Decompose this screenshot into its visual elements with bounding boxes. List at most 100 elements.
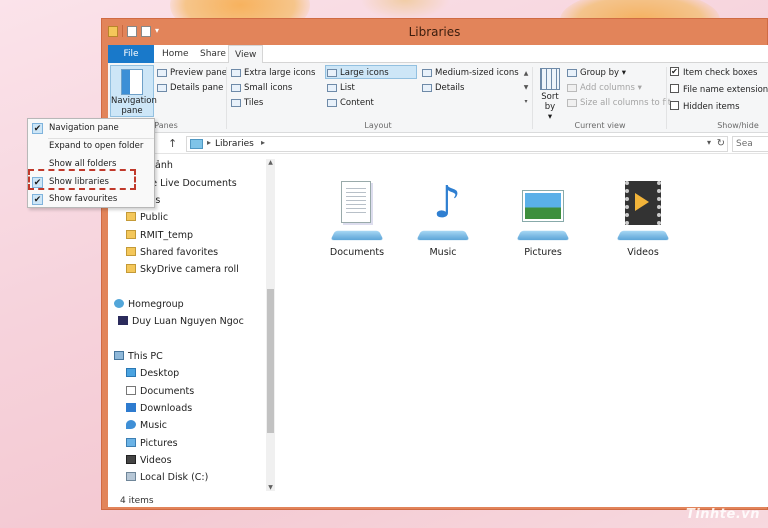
tree-item-homegroup[interactable]: Homegroup: [114, 297, 184, 313]
tree-item-label: Music: [140, 420, 168, 431]
tab-file[interactable]: File: [108, 45, 154, 63]
file-view: Documents ♪ Music Pictures Videos: [278, 155, 768, 495]
menu-item-navigation-pane[interactable]: ✔ Navigation pane: [28, 120, 154, 137]
divider: [226, 67, 227, 129]
layout-content[interactable]: Content: [326, 96, 374, 110]
tab-view[interactable]: View: [228, 45, 264, 64]
chevron-down-icon[interactable]: ▼: [522, 81, 530, 95]
more-icon[interactable]: ▾: [522, 95, 530, 109]
add-columns-button[interactable]: Add columns ▾: [566, 81, 642, 95]
layout-medium-icons[interactable]: Medium-sized icons: [421, 66, 519, 80]
add-columns-icon: [567, 84, 577, 92]
address-field[interactable]: ▸ Libraries ▸ ▾ ↻: [186, 136, 728, 152]
tree-item-user[interactable]: Duy Luan Nguyen Ngoc: [118, 314, 244, 330]
details-pane-button[interactable]: Details pane: [156, 81, 223, 95]
documents-icon: [126, 386, 136, 395]
layout-large-icons[interactable]: Large icons: [325, 65, 417, 79]
videos-library-icon: [613, 181, 673, 241]
tree-item[interactable]: Public: [126, 210, 168, 226]
layout-item-label: Content: [340, 98, 374, 108]
folder-icon: [126, 212, 136, 221]
chevron-up-icon[interactable]: ▲: [522, 67, 530, 81]
size-all-columns-button[interactable]: Size all columns to fit: [566, 96, 671, 110]
menu-item-label: Expand to open folder: [49, 141, 144, 151]
refresh-icon[interactable]: ↻: [717, 138, 725, 149]
chevron-right-icon[interactable]: ▸: [207, 138, 211, 147]
tree-item[interactable]: Local Disk (C:): [126, 470, 208, 486]
tree-item[interactable]: Music: [126, 418, 167, 434]
preview-pane-button[interactable]: Preview pane: [156, 66, 227, 80]
music-icon: [126, 420, 136, 429]
menu-item-expand-to-open-folder[interactable]: Expand to open folder: [28, 138, 154, 155]
group-by-button[interactable]: Group by ▾: [566, 66, 626, 80]
homegroup-icon: [114, 299, 124, 308]
library-music[interactable]: ♪ Music: [404, 181, 482, 258]
sort-by-button[interactable]: Sort by ▾: [536, 66, 564, 122]
layout-details[interactable]: Details: [421, 81, 464, 95]
library-videos[interactable]: Videos: [604, 181, 682, 258]
ribbon: Navigation pane ▾ Preview pane Details p…: [108, 63, 768, 133]
details-pane-label: Details pane: [170, 83, 224, 93]
tiles-icon: [231, 99, 241, 107]
tree-item-label: Shared favorites: [140, 247, 219, 258]
tree-item-label: Duy Luan Nguyen Ngoc: [132, 316, 244, 327]
tree-item[interactable]: Videos: [126, 453, 172, 469]
menu-item-show-favourites[interactable]: ✔ Show favourites: [28, 191, 154, 208]
folder-icon: [126, 247, 136, 256]
list-icon: [327, 84, 337, 92]
tree-item-label: Videos: [140, 455, 172, 466]
chevron-down-icon[interactable]: ▼: [266, 484, 275, 491]
checkbox-icon[interactable]: [670, 101, 679, 110]
tree-item[interactable]: Pictures: [126, 436, 178, 452]
layout-extra-large-icons[interactable]: Extra large icons: [230, 66, 315, 80]
checkbox-checked-icon[interactable]: ✔: [670, 67, 679, 76]
tree-item[interactable]: Downloads: [126, 401, 192, 417]
layout-list[interactable]: List: [326, 81, 355, 95]
highlight-annotation: [28, 169, 136, 190]
tree-item[interactable]: Shared favorites: [126, 245, 218, 261]
layout-tiles[interactable]: Tiles: [230, 96, 263, 110]
chevron-down-icon[interactable]: ▾: [707, 138, 711, 147]
checkbox-icon[interactable]: [670, 84, 679, 93]
up-arrow-icon[interactable]: ↑: [168, 137, 177, 150]
content-icon: [327, 99, 337, 107]
tree-item-label: Homegroup: [128, 299, 184, 310]
navigation-pane-button[interactable]: Navigation pane ▾: [110, 65, 157, 126]
tree-scrollbar[interactable]: ▲ ▼: [266, 159, 275, 491]
item-check-boxes-label: Item check boxes: [683, 68, 758, 78]
tree-item[interactable]: SkyDrive camera roll: [126, 262, 239, 278]
scrollbar-thumb[interactable]: [267, 289, 274, 433]
disk-icon: [126, 472, 136, 481]
layout-small-icons[interactable]: Small icons: [230, 81, 292, 95]
item-check-boxes-toggle[interactable]: ✔ Item check boxes: [668, 66, 757, 80]
tree-item-this-pc[interactable]: This PC: [114, 349, 163, 365]
title-bar: ▾ Libraries: [102, 19, 767, 45]
file-name-extensions-toggle[interactable]: File name extensions: [668, 83, 768, 97]
size-columns-label: Size all columns to fit: [580, 98, 672, 108]
tree-item[interactable]: Documents: [126, 384, 194, 400]
divider: [666, 67, 667, 129]
hidden-items-label: Hidden items: [683, 102, 740, 112]
tab-share[interactable]: Share: [194, 45, 232, 63]
library-documents[interactable]: Documents: [318, 181, 396, 258]
tree-item[interactable]: RMIT_temp: [126, 228, 193, 244]
preview-pane-icon: [157, 69, 167, 77]
group-by-label: Group by: [580, 68, 620, 78]
layout-item-label: Extra large icons: [244, 68, 316, 78]
search-input[interactable]: Sea: [732, 136, 768, 152]
library-label: Documents: [329, 247, 385, 258]
watermark: Tinhte.vn: [685, 507, 760, 522]
check-placeholder: [32, 141, 43, 152]
music-library-icon: ♪: [413, 181, 473, 241]
chevron-up-icon[interactable]: ▲: [266, 159, 275, 166]
library-pictures[interactable]: Pictures: [504, 181, 582, 258]
layout-scroll[interactable]: ▲ ▼ ▾: [522, 67, 530, 111]
tab-home[interactable]: Home: [156, 45, 195, 63]
breadcrumb[interactable]: Libraries: [215, 138, 254, 151]
preview-pane-label: Preview pane: [170, 68, 228, 78]
group-by-icon: [567, 69, 577, 77]
chevron-right-icon[interactable]: ▸: [261, 138, 265, 147]
hidden-items-toggle[interactable]: Hidden items: [668, 100, 740, 114]
extra-large-icons-icon: [231, 69, 241, 77]
tree-item[interactable]: Desktop: [126, 366, 179, 382]
